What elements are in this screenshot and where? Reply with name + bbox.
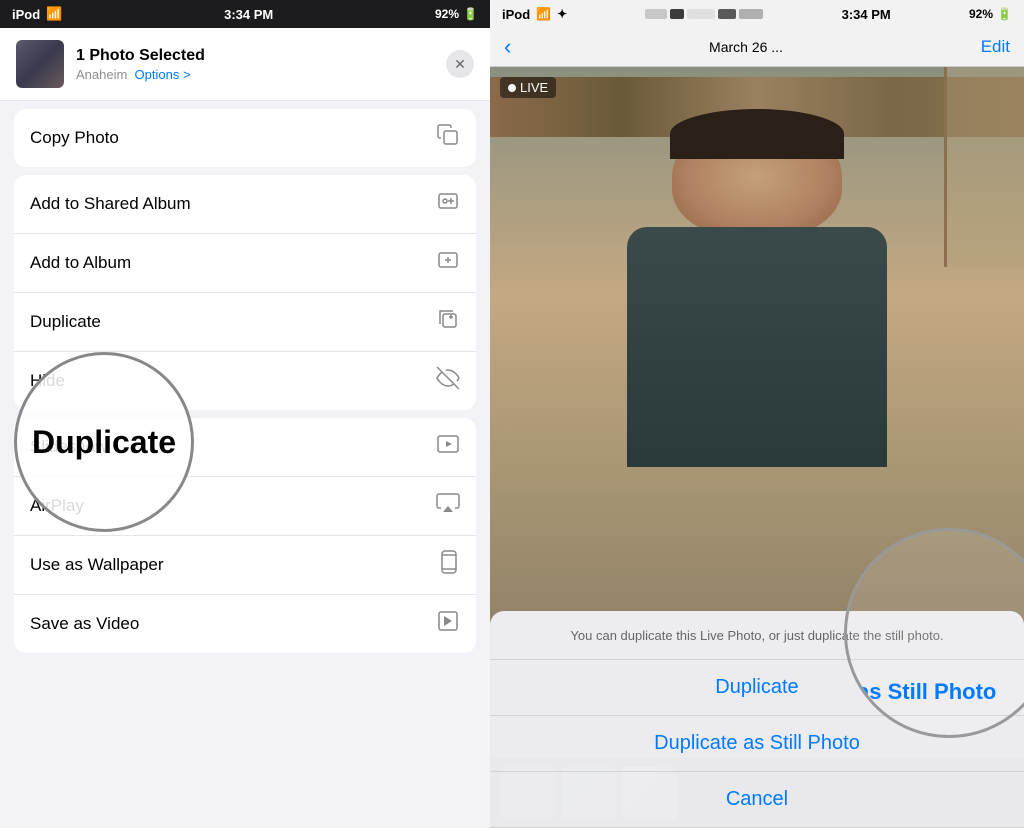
photo-location: Anaheim Options > bbox=[76, 67, 434, 82]
person-body bbox=[627, 227, 887, 467]
action-sheet-cancel[interactable]: Cancel bbox=[490, 772, 1024, 828]
copy-photo-label: Copy Photo bbox=[30, 128, 119, 148]
options-link[interactable]: Options > bbox=[135, 67, 191, 82]
battery-left: 92% bbox=[435, 7, 459, 21]
menu-item-copy-photo[interactable]: Copy Photo bbox=[14, 109, 476, 167]
thumb-image bbox=[16, 40, 64, 88]
live-dot bbox=[508, 84, 516, 92]
color-block-1 bbox=[645, 9, 667, 19]
save-video-label: Save as Video bbox=[30, 614, 139, 634]
color-block-5 bbox=[739, 9, 763, 19]
time-left: 3:34 PM bbox=[224, 7, 273, 22]
menu-item-save-video[interactable]: Save as Video bbox=[14, 595, 476, 653]
action-sheet-message: You can duplicate this Live Photo, or ju… bbox=[490, 627, 1024, 660]
carrier-right: iPod bbox=[502, 7, 530, 22]
menu-item-airplay[interactable]: AirPlay bbox=[14, 477, 476, 536]
wifi-icon-left: 📶 bbox=[46, 6, 62, 22]
menu-item-duplicate[interactable]: Duplicate bbox=[14, 293, 476, 352]
duplicate-label: Duplicate bbox=[30, 312, 101, 332]
action-sheet: You can duplicate this Live Photo, or ju… bbox=[490, 611, 1024, 828]
photo-container: LIVE You can duplicate this Live Photo, … bbox=[490, 67, 1024, 828]
photo-nav: ‹ March 26 ... Edit bbox=[490, 28, 1024, 67]
photo-selected-title: 1 Photo Selected bbox=[76, 47, 434, 65]
add-album-icon bbox=[436, 248, 460, 278]
slideshow-icon bbox=[436, 432, 460, 462]
color-block-4 bbox=[718, 9, 736, 19]
right-panel: iPod 📶 ✦ 3:34 PM 92% 🔋 ‹ March 26 ... Ed… bbox=[490, 0, 1024, 828]
brightness-icon: ✦ bbox=[557, 7, 567, 21]
share-header: 1 Photo Selected Anaheim Options > ✕ bbox=[0, 28, 490, 101]
battery-icon-right: 🔋 bbox=[997, 7, 1012, 21]
menu-item-hide[interactable]: Hide bbox=[14, 352, 476, 410]
wifi-icon-right: 📶 bbox=[536, 7, 551, 21]
carrier-left: iPod bbox=[12, 7, 40, 22]
add-album-label: Add to Album bbox=[30, 253, 131, 273]
live-badge: LIVE bbox=[500, 77, 556, 98]
hide-label: Hide bbox=[30, 371, 65, 391]
window bbox=[944, 67, 1024, 267]
action-sheet-duplicate[interactable]: Duplicate bbox=[490, 660, 1024, 716]
menu-section-1: Copy Photo bbox=[14, 109, 476, 167]
menu-item-add-shared[interactable]: Add to Shared Album bbox=[14, 175, 476, 234]
add-shared-icon bbox=[436, 189, 460, 219]
color-bar bbox=[645, 9, 763, 19]
slideshow-label: Slideshow bbox=[30, 437, 108, 457]
save-video-icon bbox=[436, 609, 460, 639]
share-info: 1 Photo Selected Anaheim Options > bbox=[76, 47, 434, 82]
menu-item-add-album[interactable]: Add to Album bbox=[14, 234, 476, 293]
battery-right: 92% bbox=[969, 7, 993, 21]
person-hair bbox=[670, 109, 844, 159]
status-bar-right: iPod 📶 ✦ 3:34 PM 92% 🔋 bbox=[490, 0, 1024, 28]
duplicate-icon bbox=[436, 307, 460, 337]
status-bar-left: iPod 📶 3:34 PM 92% 🔋 bbox=[0, 0, 490, 28]
wallpaper-icon bbox=[438, 550, 460, 580]
color-block-3 bbox=[687, 9, 715, 19]
edit-button[interactable]: Edit bbox=[981, 37, 1010, 57]
menu-list: Copy Photo Add to Shared Album bbox=[0, 109, 490, 828]
photo-thumbnail bbox=[16, 40, 64, 88]
menu-item-wallpaper[interactable]: Use as Wallpaper bbox=[14, 536, 476, 595]
battery-icon-left: 🔋 bbox=[463, 7, 478, 21]
hide-icon bbox=[436, 366, 460, 396]
wallpaper-label: Use as Wallpaper bbox=[30, 555, 164, 575]
left-panel: iPod 📶 3:34 PM 92% 🔋 1 Photo Selected An… bbox=[0, 0, 490, 828]
color-block-2 bbox=[670, 9, 684, 19]
time-right: 3:34 PM bbox=[842, 7, 891, 22]
menu-section-3: Slideshow AirPlay Use as bbox=[14, 418, 476, 653]
menu-item-slideshow[interactable]: Slideshow bbox=[14, 418, 476, 477]
close-button[interactable]: ✕ bbox=[446, 50, 474, 78]
live-label: LIVE bbox=[520, 80, 548, 95]
add-shared-label: Add to Shared Album bbox=[30, 194, 191, 214]
copy-photo-icon bbox=[436, 123, 460, 153]
action-sheet-duplicate-still[interactable]: Duplicate as Still Photo bbox=[490, 716, 1024, 772]
back-button[interactable]: ‹ bbox=[504, 34, 511, 60]
airplay-icon bbox=[436, 491, 460, 521]
menu-section-2: Add to Shared Album Add to Album bbox=[14, 175, 476, 410]
airplay-label: AirPlay bbox=[30, 496, 84, 516]
nav-date: March 26 ... bbox=[709, 39, 783, 55]
